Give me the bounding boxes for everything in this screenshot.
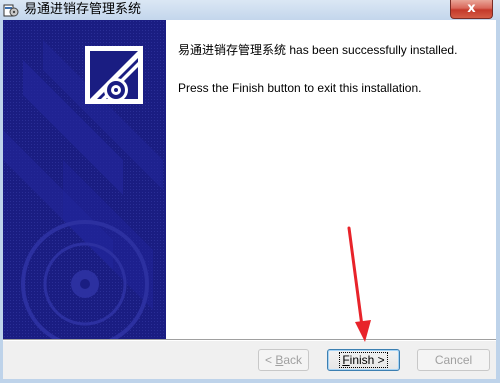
back-rest: ack: [283, 353, 303, 367]
finish-focus-ring: Finish >: [339, 352, 388, 368]
installer-side-banner: [3, 20, 166, 339]
back-prefix: <: [264, 353, 276, 367]
finish-accelerator: F: [342, 353, 350, 367]
setup-logo-icon: [85, 46, 143, 104]
finish-rest: inish >: [349, 353, 385, 367]
installer-window: 易通进销存管理系统 x 易通进销存管理系统 has been successfu…: [0, 0, 500, 383]
window-frame-bottom: [0, 379, 500, 383]
title-bar[interactable]: 易通进销存管理系统 x: [0, 0, 500, 20]
close-button[interactable]: x: [450, 0, 493, 19]
finish-instruction: Press the Finish button to exit this ins…: [178, 81, 422, 95]
install-success-message: 易通进销存管理系统 has been successfully installe…: [178, 41, 457, 58]
app-name: 易通进销存管理系统: [178, 43, 287, 57]
finish-button[interactable]: Finish >: [327, 349, 400, 371]
footer-divider: [3, 339, 496, 341]
window-frame-right: [496, 20, 500, 383]
content-panel: 易通进销存管理系统 has been successfully installe…: [166, 20, 496, 339]
window-title: 易通进销存管理系统: [24, 2, 142, 17]
installer-app-icon: [3, 4, 19, 17]
back-button[interactable]: < Back: [258, 349, 309, 371]
cancel-button[interactable]: Cancel: [417, 349, 490, 371]
installed-text: has been successfully installed.: [286, 43, 458, 57]
